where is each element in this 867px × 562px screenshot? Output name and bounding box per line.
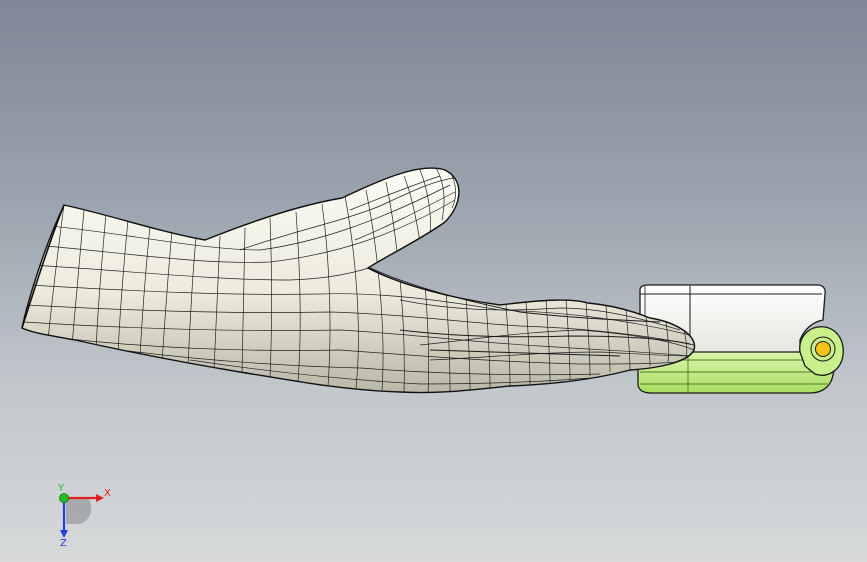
z-axis-arrow-icon xyxy=(60,530,68,538)
x-axis-label: X xyxy=(104,488,111,499)
hinge-pin xyxy=(815,341,831,357)
graphics-viewport[interactable]: X Z Y xyxy=(0,0,867,562)
triad-shadow xyxy=(66,498,92,524)
y-axis-label: Y xyxy=(57,483,65,494)
model-scene[interactable] xyxy=(0,0,867,562)
hand-model[interactable] xyxy=(21,167,696,394)
orientation-triad[interactable]: X Z Y xyxy=(44,480,124,550)
x-axis-arrow-icon xyxy=(96,494,104,502)
z-axis-label: Z xyxy=(60,538,67,549)
y-axis-dot-icon xyxy=(59,493,69,503)
